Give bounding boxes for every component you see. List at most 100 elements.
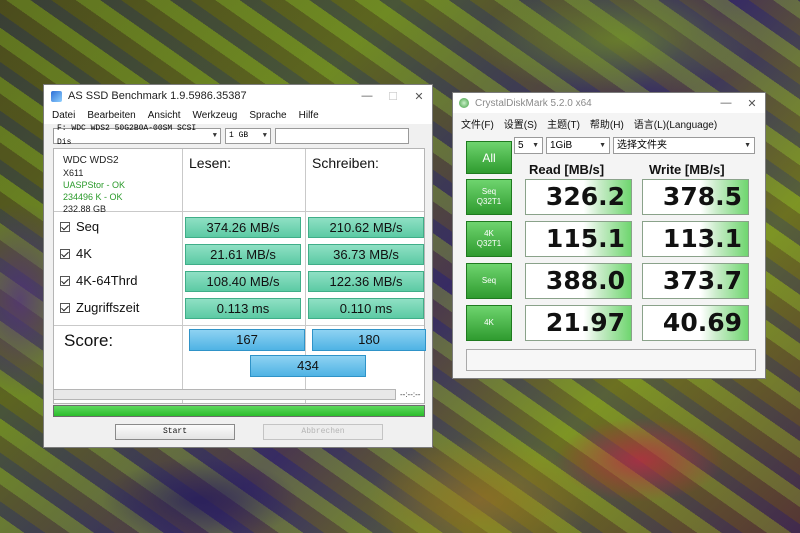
chevron-down-icon: ▼: [262, 132, 267, 140]
runs-select[interactable]: 5 ▼: [514, 137, 543, 154]
minimize-button[interactable]: —: [354, 90, 380, 103]
abort-button[interactable]: Abbrechen: [263, 424, 383, 440]
menu-ansicht[interactable]: Ansicht: [148, 110, 181, 121]
write-header: Schreiben:: [312, 155, 379, 171]
seq-q32t1-write: 378.5: [642, 179, 749, 215]
4k-write: 40.69: [642, 305, 749, 341]
cdm-titlebar[interactable]: CrystalDiskMark 5.2.0 x64 — ✕: [453, 93, 765, 113]
all-button[interactable]: All: [466, 141, 512, 174]
4k-button[interactable]: 4K: [466, 305, 512, 341]
chevron-down-icon: ▼: [599, 141, 606, 149]
cdm-size-select[interactable]: 1GiB ▼: [546, 137, 610, 154]
4k-q32t1-read: 115.1: [525, 221, 632, 257]
close-button[interactable]: ✕: [406, 90, 432, 103]
runs-value: 5: [518, 139, 524, 151]
as-ssd-window: AS SSD Benchmark 1.9.5986.35387 — ☐ ✕ Da…: [43, 84, 433, 448]
menu-sprache[interactable]: Sprache: [249, 110, 286, 121]
4k64-read-result: 108.40 MB/s: [185, 271, 301, 292]
access-write-result: 0.110 ms: [308, 298, 424, 319]
drive-firmware: X611: [63, 168, 84, 178]
access-read-result: 0.113 ms: [185, 298, 301, 319]
test-size-select[interactable]: 1 GB ▼: [225, 128, 271, 144]
chevron-down-icon: ▼: [532, 141, 539, 149]
seq-q32t1-button[interactable]: Seq Q32T1: [466, 179, 512, 215]
seq-q32t1-read: 326.2: [525, 179, 632, 215]
score-label: Score:: [64, 331, 114, 350]
seq-read: 388.0: [525, 263, 632, 299]
as-ssd-title: AS SSD Benchmark 1.9.5986.35387: [68, 90, 247, 102]
drive-select-value: F: WDC WDS2 50G2B0A-00SM SCSI Dis: [57, 124, 197, 147]
drive-select[interactable]: F: WDC WDS2 50G2B0A-00SM SCSI Dis ▼: [53, 124, 221, 147]
minimize-button[interactable]: —: [713, 97, 739, 110]
cdm-write-header: Write [MB/s]: [649, 162, 725, 177]
total-progress-fill: [54, 406, 424, 416]
cdm-read-header: Read [MB/s]: [529, 162, 605, 177]
row-seq-checkbox[interactable]: Seq: [60, 219, 99, 234]
elapsed-time: --:--:--: [400, 390, 421, 399]
test-name: 4K: [484, 229, 494, 238]
menu-settings[interactable]: 设置(S): [504, 116, 537, 131]
seq-write-result: 210.62 MB/s: [308, 217, 424, 238]
score-read: 167: [189, 329, 305, 351]
checkbox-icon: [60, 248, 70, 259]
drive-capacity: 232.88 GB: [63, 204, 107, 214]
drive-model: WDC WDS2: [63, 155, 119, 166]
checkbox-icon: [60, 275, 70, 286]
grid-divider: [182, 149, 183, 403]
4k-read-result: 21.61 MB/s: [185, 244, 301, 265]
test-queue: Q32T1: [476, 197, 502, 206]
drive-alignment-status: 234496 K - OK: [63, 192, 123, 202]
as-ssd-toolbar: F: WDC WDS2 50G2B0A-00SM SCSI Dis ▼ 1 GB…: [53, 124, 409, 147]
menu-werkzeug[interactable]: Werkzeug: [193, 110, 238, 121]
menu-datei[interactable]: Datei: [52, 110, 75, 121]
folder-value: 选择文件夹: [617, 139, 667, 151]
4k64-write-result: 122.36 MB/s: [308, 271, 424, 292]
checkbox-icon: [60, 221, 70, 232]
checkbox-icon: [60, 302, 70, 313]
menu-bearbeiten[interactable]: Bearbeiten: [87, 110, 135, 121]
4k-q32t1-write: 113.1: [642, 221, 749, 257]
menu-file[interactable]: 文件(F): [461, 116, 494, 131]
read-header: Lesen:: [189, 155, 232, 171]
test-queue: Q32T1: [476, 239, 502, 248]
maximize-button[interactable]: ☐: [380, 90, 406, 103]
chevron-down-icon: ▼: [744, 141, 751, 149]
cdm-controls: 5 ▼ 1GiB ▼ 选择文件夹 ▼: [514, 137, 755, 154]
start-button[interactable]: Start: [115, 424, 235, 440]
menu-help[interactable]: 帮助(H): [590, 116, 624, 131]
close-button[interactable]: ✕: [739, 97, 765, 110]
crystaldiskmark-window: CrystalDiskMark 5.2.0 x64 — ✕ 文件(F) 设置(S…: [452, 92, 766, 379]
row-label: Zugriffszeit: [76, 300, 140, 315]
test-name: Seq: [481, 187, 497, 196]
grid-divider: [54, 325, 424, 326]
cdm-size-value: 1GiB: [550, 139, 573, 151]
menu-theme[interactable]: 主题(T): [547, 116, 580, 131]
chevron-down-icon: ▼: [212, 132, 217, 140]
current-progress-bar: [53, 389, 396, 400]
4k-q32t1-button[interactable]: 4K Q32T1: [466, 221, 512, 257]
4k-write-result: 36.73 MB/s: [308, 244, 424, 265]
cdm-app-icon: [459, 98, 469, 108]
seq-button[interactable]: Seq: [466, 263, 512, 299]
row-label: Seq: [76, 219, 100, 234]
cdm-title: CrystalDiskMark 5.2.0 x64: [475, 97, 592, 109]
row-4k64-checkbox[interactable]: 4K-64Thrd: [60, 273, 137, 288]
menu-hilfe[interactable]: Hilfe: [299, 110, 319, 121]
drive-info: WDC WDS2 X611 UASPStor - OK 234496 K - O…: [63, 155, 125, 215]
menu-language[interactable]: 语言(L)(Language): [634, 116, 717, 131]
status-box: [275, 128, 409, 144]
score-write: 180: [312, 329, 426, 351]
test-size-value: 1 GB: [229, 131, 249, 140]
row-access-time-checkbox[interactable]: Zugriffszeit: [60, 300, 139, 315]
row-4k-checkbox[interactable]: 4K: [60, 246, 92, 261]
results-grid: WDC WDS2 X611 UASPStor - OK 234496 K - O…: [53, 148, 426, 404]
cdm-menubar: 文件(F) 设置(S) 主题(T) 帮助(H) 语言(L)(Language): [453, 113, 765, 133]
folder-select[interactable]: 选择文件夹 ▼: [613, 137, 755, 154]
row-label: 4K-64Thrd: [76, 273, 138, 288]
seq-read-result: 374.26 MB/s: [185, 217, 301, 238]
comment-input[interactable]: [466, 349, 756, 371]
row-label: 4K: [76, 246, 92, 261]
seq-write: 373.7: [642, 263, 749, 299]
as-ssd-app-icon: [51, 90, 62, 102]
as-ssd-titlebar[interactable]: AS SSD Benchmark 1.9.5986.35387 — ☐ ✕: [44, 85, 432, 107]
